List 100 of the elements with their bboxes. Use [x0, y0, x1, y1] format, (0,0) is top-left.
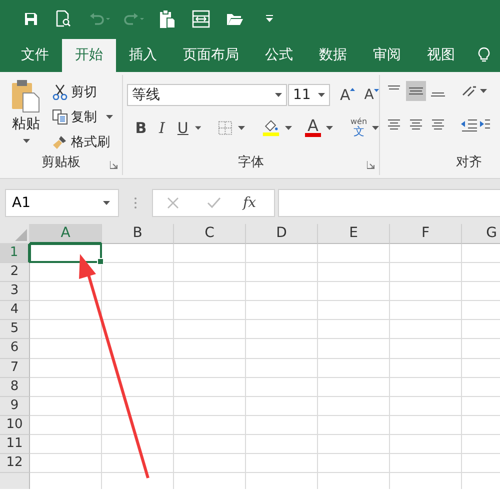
grid-cell[interactable] [30, 301, 102, 320]
italic-button[interactable]: I [152, 118, 171, 136]
decrease-indent-icon[interactable] [460, 117, 478, 133]
grid-cell[interactable] [390, 378, 462, 397]
cut-button[interactable]: 剪切 [52, 79, 113, 104]
grid-cell[interactable] [174, 378, 246, 397]
grid-cell[interactable] [390, 244, 462, 264]
grid-cell[interactable] [318, 396, 390, 416]
ribbon-tab[interactable]: 公式 [252, 39, 306, 72]
grid-cell[interactable] [246, 378, 318, 397]
grid-cell[interactable] [318, 301, 390, 320]
grid-cell[interactable] [102, 434, 174, 454]
grid-cell[interactable] [30, 434, 102, 454]
row-header[interactable]: 7 [0, 358, 30, 378]
row-header[interactable]: 3 [0, 282, 30, 302]
paste-button[interactable]: 粘贴 [4, 79, 48, 143]
grid-cell[interactable] [102, 358, 174, 378]
caret-icon[interactable] [106, 114, 113, 118]
name-box[interactable]: A1 [5, 189, 119, 217]
grid-cell[interactable] [174, 263, 246, 282]
underline-button[interactable]: U [174, 118, 192, 136]
clipboard-icon[interactable] [159, 8, 176, 28]
bold-button[interactable]: B [132, 118, 150, 136]
grid-cell[interactable] [318, 244, 390, 264]
ribbon-tab[interactable]: 视图 [414, 39, 468, 72]
grid-cell[interactable] [318, 282, 390, 302]
grid-cell[interactable] [390, 454, 462, 474]
caret-icon[interactable] [284, 126, 292, 130]
font-name-field[interactable]: 等线 [127, 84, 287, 106]
redo-icon[interactable] [123, 12, 145, 24]
customize-toolbar-icon[interactable] [266, 15, 273, 22]
grid-cell[interactable] [390, 339, 462, 359]
grid-cell[interactable] [30, 358, 102, 378]
row-header[interactable]: 5 [0, 320, 30, 340]
grid-cell[interactable] [102, 301, 174, 320]
align-middle-icon[interactable] [406, 81, 426, 101]
grid-cell[interactable] [390, 301, 462, 320]
caret-icon[interactable] [194, 126, 202, 130]
dialog-launcher-icon[interactable] [367, 161, 375, 169]
grid-cell[interactable] [30, 396, 102, 416]
grow-font-button[interactable]: A [340, 86, 356, 104]
grid-cell[interactable] [102, 263, 174, 282]
row-header[interactable]: 12 [0, 454, 30, 474]
grid-cell[interactable] [30, 339, 102, 359]
column-header[interactable]: E [318, 224, 390, 244]
grid-cell[interactable] [390, 320, 462, 340]
grid-cell[interactable] [246, 358, 318, 378]
cancel-icon[interactable] [167, 197, 179, 209]
row-header[interactable]: 4 [0, 301, 30, 320]
column-header[interactable]: D [246, 224, 318, 244]
undo-icon[interactable] [89, 12, 111, 24]
grid-cell[interactable] [390, 358, 462, 378]
grid-cell[interactable] [30, 473, 102, 489]
ribbon-tab[interactable]: 页面布局 [170, 39, 252, 72]
grid-cell[interactable] [318, 473, 390, 489]
caret-icon[interactable] [480, 89, 487, 93]
column-header[interactable]: G [462, 224, 500, 244]
grid-cell[interactable] [102, 320, 174, 340]
grid-cell[interactable] [102, 378, 174, 397]
grid-cell[interactable] [246, 244, 318, 264]
grid-cell[interactable] [246, 339, 318, 359]
grid-cell[interactable] [246, 473, 318, 489]
phonetic-guide-button[interactable]: wén 文 [350, 118, 368, 137]
grid-cell[interactable] [102, 282, 174, 302]
grid-cell[interactable] [318, 339, 390, 359]
grid-cell[interactable] [246, 396, 318, 416]
grid-cell[interactable] [174, 454, 246, 474]
grid-cell[interactable] [246, 263, 318, 282]
enter-icon[interactable] [207, 197, 221, 209]
save-icon[interactable] [24, 12, 38, 26]
grid-cell[interactable] [102, 416, 174, 435]
grid-cell[interactable] [246, 416, 318, 435]
grid-cell[interactable] [318, 416, 390, 435]
grid-cell[interactable] [174, 358, 246, 378]
print-preview-icon[interactable] [56, 10, 71, 27]
row-header[interactable]: 1 [0, 244, 30, 264]
font-color-button[interactable]: A [304, 118, 322, 136]
grid-cell[interactable] [174, 416, 246, 435]
column-header[interactable]: B [102, 224, 174, 244]
grid-cell[interactable] [390, 416, 462, 435]
folder-icon[interactable] [226, 12, 244, 26]
grid-cell[interactable] [174, 301, 246, 320]
grid-cell[interactable] [246, 282, 318, 302]
row-header[interactable]: 8 [0, 378, 30, 397]
row-header[interactable]: 11 [0, 434, 30, 454]
caret-icon[interactable] [318, 93, 325, 97]
ribbon-tab[interactable]: 数据 [306, 39, 360, 72]
grid-cell[interactable] [102, 244, 174, 264]
row-header[interactable]: 9 [0, 396, 30, 416]
column-header[interactable]: F [390, 224, 462, 244]
grid-cell[interactable] [102, 454, 174, 474]
format-painter-button[interactable]: 格式刷 [52, 129, 113, 154]
copy-button[interactable]: 复制 [52, 104, 113, 129]
grid-cell[interactable] [30, 320, 102, 340]
grid-cell[interactable] [30, 454, 102, 474]
grid-cell[interactable] [390, 396, 462, 416]
grid-cell[interactable] [390, 434, 462, 454]
row-header[interactable]: 6 [0, 339, 30, 359]
row-header[interactable]: 10 [0, 416, 30, 435]
grid-cell[interactable] [174, 244, 246, 264]
